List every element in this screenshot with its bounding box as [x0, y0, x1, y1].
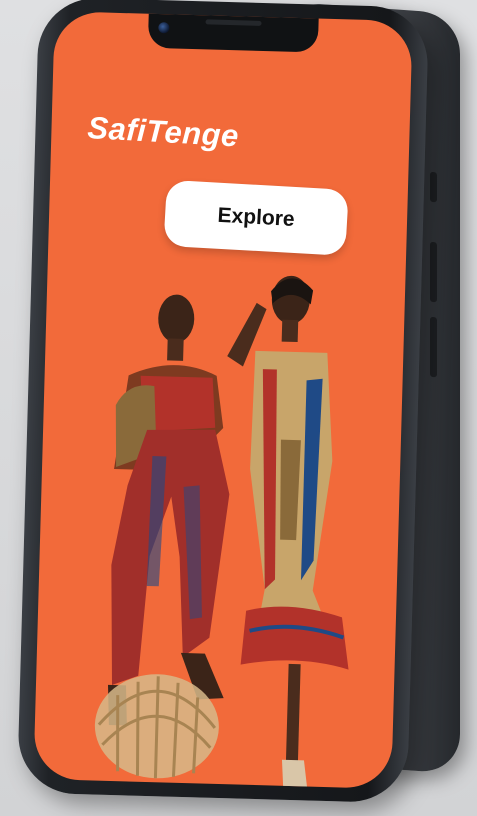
notch [147, 11, 319, 53]
volume-button [430, 171, 437, 203]
brand-logo-text: SafiTenge [86, 110, 240, 154]
speaker-grille [205, 19, 262, 26]
model-right [227, 275, 349, 789]
phone-frame: SafiTenge Explore [16, 0, 430, 804]
volume-down-button [430, 316, 437, 378]
phone-screen: SafiTenge Explore [33, 11, 413, 789]
mockup-stage: SafiTenge Explore [0, 0, 477, 816]
model-left [108, 294, 230, 726]
volume-up-button [430, 241, 437, 303]
front-camera-icon [158, 22, 170, 34]
explore-button[interactable]: Explore [163, 179, 349, 256]
fashion-models-photo [94, 275, 349, 789]
